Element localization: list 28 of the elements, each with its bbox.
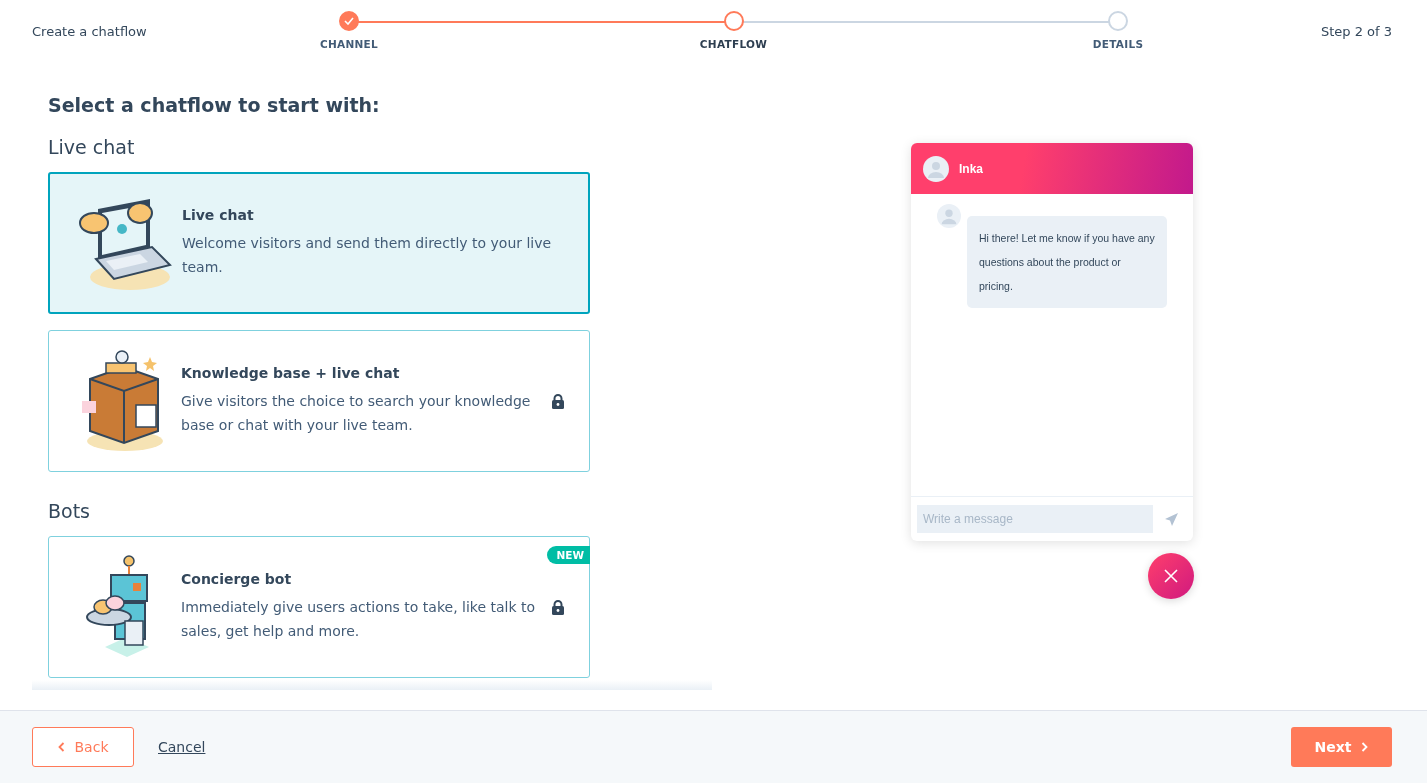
card-description: Immediately give users actions to take, like talk to sales, get help and more. [181,598,537,641]
step-label: CHANNEL [319,38,379,50]
card-title: Live chat [182,207,255,223]
chat-message: Hi there! Let me know if you have any questions about the product or pricing. [967,216,1167,308]
close-icon [1163,568,1179,584]
section-title: Bots [48,500,91,522]
card-title: Concierge bot [181,571,293,587]
card-title: Knowledge base + live chat [181,365,401,381]
avatar-icon [937,204,961,228]
message-input[interactable]: Write a message [917,505,1153,533]
page-heading: Select a chatflow to start with: [48,94,381,116]
page-title: Create a chatflow [32,24,148,39]
cancel-link[interactable]: Cancel [158,739,206,755]
card-description: Give visitors the choice to search your knowledge base or chat with your live team. [181,392,532,435]
avatar-icon [923,155,949,182]
chatflow-card[interactable]: Concierge bot Immediately give users actions to take, like talk to sales, get help and more. NEW [48,536,590,678]
chatflow-card[interactable]: Live chat Welcome visitors and send them directly to your live team. [48,172,590,314]
agent-name: Inka [959,161,983,176]
step-label: DETAILS [1092,38,1144,50]
close-button[interactable] [1148,553,1194,599]
step-label: CHATFLOW [699,38,768,50]
step-counter: Step 2 of 3 [1319,24,1392,39]
new-badge: NEW [547,546,590,564]
chevron-right-icon [1361,742,1369,752]
section-title: Live chat [48,136,136,158]
chevron-left-icon [57,742,65,752]
chatflow-card[interactable]: Knowledge base + live chat Give visitors the choice to search your knowledge base or chat with your live team. [48,330,590,472]
card-description: Welcome visitors and send them directly to your live team. [182,234,553,277]
